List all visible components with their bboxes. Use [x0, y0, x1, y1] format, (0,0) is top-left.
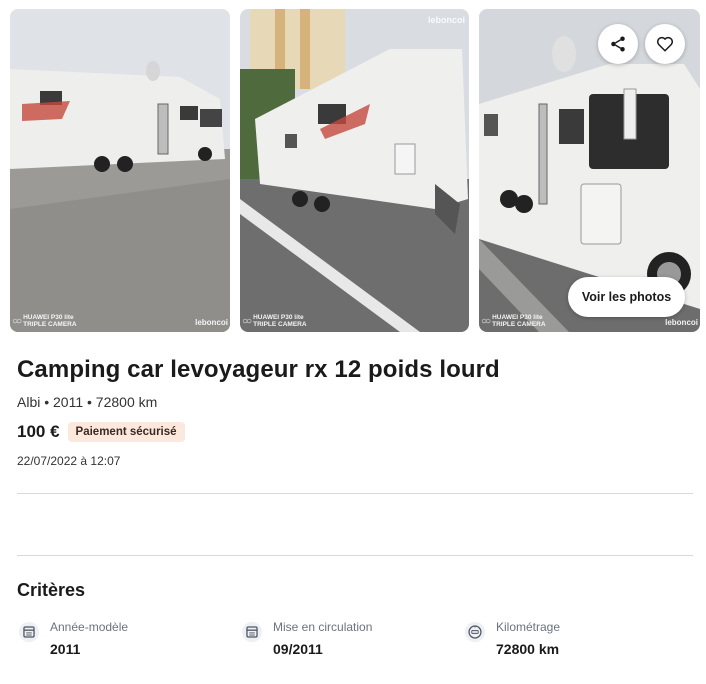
share-button[interactable] [598, 24, 638, 64]
criteria-value: 09/2011 [273, 641, 323, 657]
criteria-label: Kilométrage [496, 620, 561, 634]
photo-1[interactable]: ○○ HUAWEI P30 lite TRIPLE CAMERA lebonco… [10, 9, 230, 332]
criteria-item-mileage: Kilométrage 72800 km [464, 620, 560, 657]
criteria-title: Critères [17, 580, 86, 600]
ad-date: 22/07/2022 à 12:07 [17, 454, 121, 468]
price-row: 100 € Paiement sécurisé [17, 422, 185, 442]
secure-payment-badge: Paiement sécurisé [67, 422, 185, 442]
leboncoin-watermark: leboncoi [195, 318, 228, 327]
favorite-button[interactable] [645, 24, 685, 64]
photo-gallery: ○○ HUAWEI P30 lite TRIPLE CAMERA lebonco… [10, 9, 700, 332]
heart-icon [656, 36, 674, 52]
share-icon [611, 36, 625, 52]
camera-line2: TRIPLE CAMERA [253, 321, 307, 328]
leboncoin-watermark-top: leboncoi [427, 15, 465, 25]
criteria-label: Mise en circulation [273, 620, 373, 634]
ad-subtitle: Albi • 2011 • 72800 km [17, 394, 158, 410]
ad-price: 100 € [17, 422, 60, 441]
calendar-icon [18, 621, 40, 643]
criteria-value: 2011 [50, 641, 81, 657]
camera-brand: HUAWEI P30 lite [253, 314, 304, 321]
criteria-label: Année-modèle [50, 620, 129, 634]
criteria-value: 72800 km [496, 641, 560, 657]
odometer-icon [464, 621, 486, 643]
ad-title: Camping car levoyageur rx 12 poids lourd [17, 356, 500, 383]
camera-brand: HUAWEI P30 lite [23, 314, 74, 321]
camera-line2: TRIPLE CAMERA [23, 321, 77, 328]
see-photos-button[interactable]: Voir les photos [568, 277, 685, 317]
motorhome-photo-2 [240, 9, 469, 332]
camera-rings-icon: ○○ [481, 315, 491, 327]
camera-brand: HUAWEI P30 lite [492, 314, 543, 321]
camera-rings-icon: ○○ [12, 315, 22, 327]
leboncoin-watermark: leboncoi [665, 318, 698, 327]
divider [17, 493, 693, 494]
criteria-item-first-registration: Mise en circulation 09/2011 [241, 620, 372, 657]
divider [17, 555, 693, 556]
camera-watermark: ○○ HUAWEI P30 lite TRIPLE CAMERA [242, 314, 307, 328]
camera-watermark: ○○ HUAWEI P30 lite TRIPLE CAMERA [481, 314, 546, 328]
camera-rings-icon: ○○ [242, 315, 252, 327]
photo-3[interactable]: Voir les photos ○○ HUAWEI P30 lite TRIPL… [479, 9, 700, 332]
photo-2[interactable]: leboncoi ○○ HUAWEI P30 lite TRIPLE CAMER… [240, 9, 469, 332]
calendar-icon [241, 621, 263, 643]
camera-watermark: ○○ HUAWEI P30 lite TRIPLE CAMERA [12, 314, 77, 328]
camera-line2: TRIPLE CAMERA [492, 321, 546, 328]
motorhome-photo-1 [10, 9, 230, 332]
criteria-item-model-year: Année-modèle 2011 [18, 620, 128, 657]
